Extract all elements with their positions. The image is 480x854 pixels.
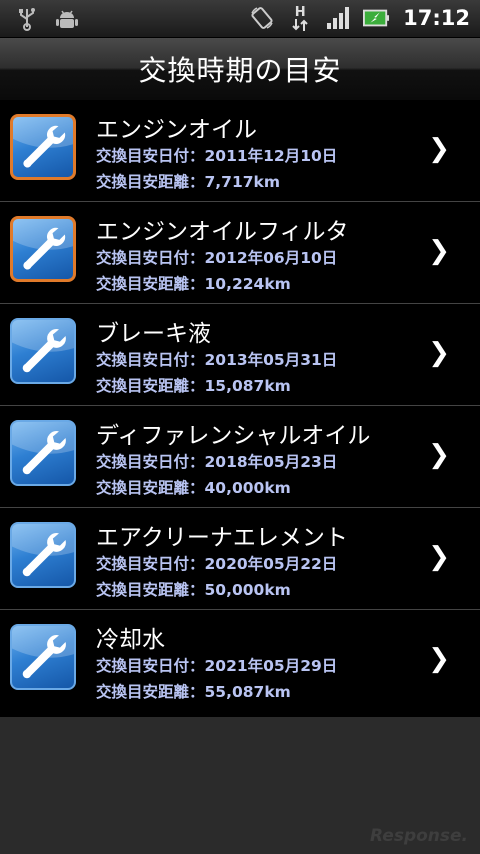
replacement-distance: 交換目安距離：7,717km [96, 173, 280, 191]
usb-icon [14, 6, 40, 32]
item-name: エンジンオイルフィルタ [96, 219, 349, 245]
title-bar: 交換時期の目安 [0, 38, 480, 100]
replacement-date: 交換目安日付：2018年05月23日 [96, 453, 338, 471]
rotate-icon [249, 5, 275, 31]
wrench-icon [10, 420, 76, 486]
wrench-icon [10, 318, 76, 384]
chevron-right-icon: ❯ [428, 440, 450, 470]
chevron-right-icon: ❯ [428, 338, 450, 368]
hspa-data-icon: H [287, 5, 313, 31]
clock: 17:12 [403, 6, 470, 30]
list-item[interactable]: エンジンオイルフィルタ 交換目安日付：2012年06月10日 交換目安距離：10… [0, 202, 480, 304]
item-name: エアクリーナエレメント [96, 525, 348, 551]
page-title: 交換時期の目安 [138, 54, 342, 87]
chevron-right-icon: ❯ [428, 236, 450, 266]
status-bar: H 17:12 [0, 0, 480, 38]
replacement-date: 交換目安日付：2012年06月10日 [96, 249, 338, 267]
list-item[interactable]: 冷却水 交換目安日付：2021年05月29日 交換目安距離：55,087km ❯ [0, 610, 480, 717]
replacement-distance: 交換目安距離：10,224km [96, 275, 291, 293]
watermark-logo: Response. [370, 826, 468, 846]
wrench-icon [10, 216, 76, 282]
hspa-label: H [294, 4, 306, 20]
item-name: ディファレンシャルオイル [96, 423, 371, 449]
wrench-icon [10, 522, 76, 588]
battery-charging-icon [363, 5, 390, 31]
item-name: エンジンオイル [96, 117, 257, 143]
replacement-date: 交換目安日付：2021年05月29日 [96, 657, 338, 675]
wrench-icon [10, 114, 76, 180]
replacement-distance: 交換目安距離：50,000km [96, 581, 291, 599]
chevron-right-icon: ❯ [428, 134, 450, 164]
list-item[interactable]: ブレーキ液 交換目安日付：2013年05月31日 交換目安距離：15,087km… [0, 304, 480, 406]
wrench-icon [10, 624, 76, 690]
chevron-right-icon: ❯ [428, 644, 450, 674]
item-name: 冷却水 [96, 627, 165, 653]
list-item[interactable]: ディファレンシャルオイル 交換目安日付：2018年05月23日 交換目安距離：4… [0, 406, 480, 508]
replacement-distance: 交換目安距離：55,087km [96, 683, 291, 701]
list-item[interactable]: エンジンオイル 交換目安日付：2011年12月10日 交換目安距離：7,717k… [0, 100, 480, 202]
signal-icon [325, 5, 351, 31]
maintenance-list: エンジンオイル 交換目安日付：2011年12月10日 交換目安距離：7,717k… [0, 100, 480, 717]
replacement-distance: 交換目安距離：15,087km [96, 377, 291, 395]
item-name: ブレーキ液 [96, 321, 211, 347]
replacement-date: 交換目安日付：2020年05月22日 [96, 555, 338, 573]
list-item[interactable]: エアクリーナエレメント 交換目安日付：2020年05月22日 交換目安距離：50… [0, 508, 480, 610]
replacement-distance: 交換目安距離：40,000km [96, 479, 291, 497]
replacement-date: 交換目安日付：2011年12月10日 [96, 147, 338, 165]
replacement-date: 交換目安日付：2013年05月31日 [96, 351, 338, 369]
android-debug-icon [54, 6, 80, 32]
chevron-right-icon: ❯ [428, 542, 450, 572]
